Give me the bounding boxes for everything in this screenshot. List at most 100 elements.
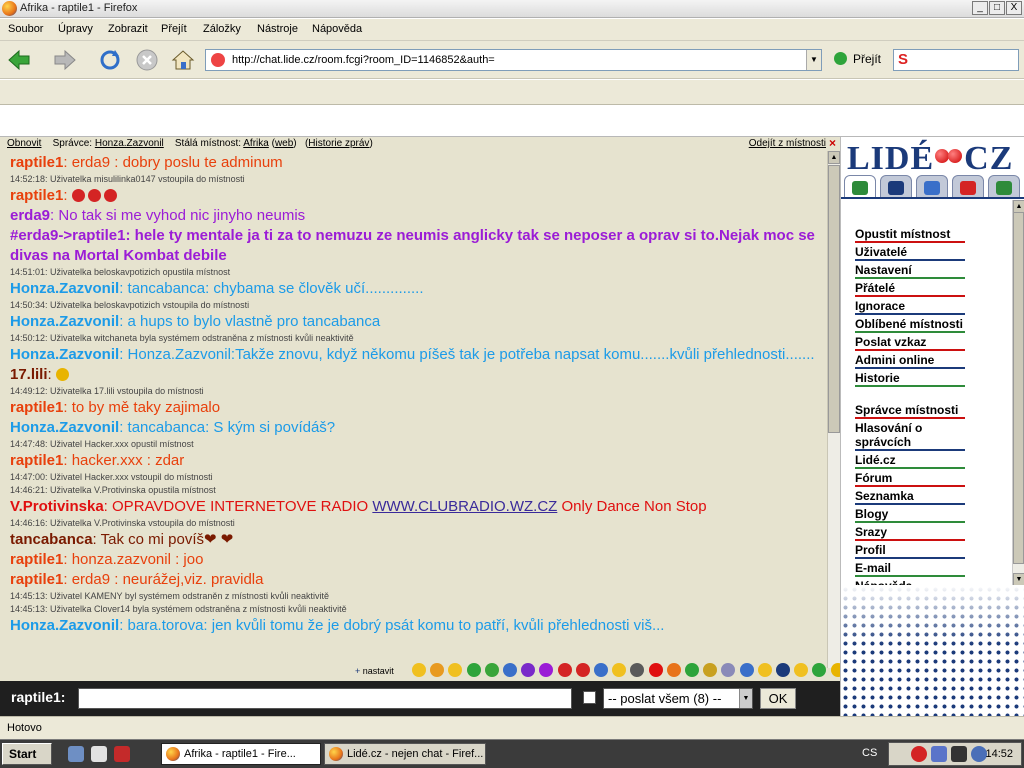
emoticon-icon[interactable] — [648, 663, 663, 677]
emoticon-icon[interactable] — [776, 663, 790, 677]
emoticon-settings[interactable]: + nastavit — [355, 666, 394, 676]
emoticon-icon[interactable] — [721, 663, 736, 677]
sidebar-item-1[interactable]: Opustit místnost — [855, 227, 965, 243]
reload-icon[interactable] — [97, 47, 123, 73]
sidebar-item-9[interactable]: Historie — [855, 371, 965, 387]
emoticon-icon[interactable] — [557, 663, 572, 677]
sidebar-item-3[interactable]: Nastavení — [855, 263, 965, 279]
emoticon-icon[interactable] — [503, 663, 517, 677]
message-author[interactable]: raptile1 — [10, 551, 63, 568]
scroll-thumb[interactable] — [828, 165, 840, 433]
message-author[interactable]: raptile1 — [10, 399, 63, 416]
emoticon-icon[interactable] — [484, 663, 499, 677]
recipient-select[interactable]: -- poslat všem (8) -- ▼ — [603, 688, 753, 709]
emoticon-icon[interactable] — [521, 663, 536, 677]
lide-logo[interactable]: LIDÉ CZ — [847, 140, 1013, 178]
message-author[interactable]: Honza.Zazvonil — [10, 419, 119, 436]
emoticon-icon[interactable] — [448, 663, 463, 677]
stop-icon[interactable] — [134, 47, 160, 73]
address-bar[interactable]: http://chat.lide.cz/room.fcgi?room_ID=11… — [205, 49, 822, 71]
message-author[interactable]: tancabanca — [10, 531, 93, 548]
sidebar-item-2[interactable]: Uživatelé — [855, 245, 965, 261]
chat-scrollbar[interactable]: ▲ — [827, 151, 840, 668]
task-lide[interactable]: Lidé.cz - nejen chat - Firef... — [324, 743, 486, 765]
sidebar-item-5[interactable]: Ignorace — [855, 299, 965, 315]
emoticon-icon[interactable] — [739, 663, 754, 677]
message-author[interactable]: raptile1 — [10, 154, 63, 171]
sidebar-scrollbar[interactable]: ▲ ▼ — [1012, 200, 1024, 586]
menu-zobrazit[interactable]: Zobrazit — [108, 23, 148, 35]
chevron-down-icon[interactable]: ▼ — [739, 689, 752, 708]
emoticon-icon[interactable] — [666, 663, 681, 677]
tray-icon[interactable] — [951, 746, 967, 762]
forward-icon[interactable] — [52, 47, 78, 73]
room-link[interactable]: Afrika — [243, 138, 269, 149]
sidebar-item-6[interactable]: Oblíbené místnosti — [855, 317, 965, 333]
task-afrika[interactable]: Afrika - raptile1 - Fire... — [161, 743, 321, 765]
web-link[interactable]: web — [275, 138, 293, 149]
refresh-link[interactable]: Obnovit — [7, 138, 41, 149]
emoticon-icon[interactable] — [685, 663, 699, 677]
sidebar-item-18[interactable]: E-mail — [855, 561, 965, 577]
tray-icon[interactable] — [931, 746, 947, 762]
sidebar-item-14[interactable]: Seznamka — [855, 489, 965, 505]
menu-zalozky[interactable]: Záložky — [203, 23, 241, 35]
quicklaunch-icon[interactable] — [114, 746, 130, 762]
message-author[interactable]: 17.lili — [10, 366, 48, 383]
search-engine-logo[interactable]: S — [898, 51, 908, 68]
quicklaunch-icon[interactable] — [68, 746, 84, 762]
search-box[interactable]: S — [893, 49, 1019, 71]
tab-users[interactable] — [880, 175, 912, 199]
maximize-button[interactable]: □ — [989, 1, 1005, 15]
emoticon-icon[interactable] — [757, 663, 772, 677]
emoticon-icon[interactable] — [630, 663, 645, 677]
emoticon-icon[interactable] — [703, 663, 718, 677]
sidebar-scroll-thumb[interactable] — [1013, 212, 1024, 564]
menu-soubor[interactable]: Soubor — [8, 23, 43, 35]
sidebar-item-4[interactable]: Přátelé — [855, 281, 965, 297]
emoticon-icon[interactable] — [612, 663, 627, 677]
message-author[interactable]: Honza.Zazvonil — [10, 617, 119, 634]
close-icon[interactable]: × — [829, 137, 836, 150]
message-author[interactable]: Honza.Zazvonil — [10, 346, 119, 363]
quicklaunch-icon[interactable] — [91, 746, 107, 762]
close-button[interactable]: X — [1006, 1, 1022, 15]
go-button[interactable]: Přejít — [834, 52, 881, 66]
send-button[interactable]: OK — [760, 688, 796, 709]
home-icon[interactable] — [170, 47, 196, 73]
menu-nastroje[interactable]: Nástroje — [257, 23, 298, 35]
sidebar-item-12[interactable]: Lidé.cz — [855, 453, 965, 469]
message-author[interactable]: raptile1 — [10, 571, 63, 588]
message-author[interactable]: #erda9->raptile1 — [10, 227, 125, 244]
sidebar-item-11[interactable]: Hlasování o správcích — [855, 421, 965, 451]
tab-help[interactable] — [988, 175, 1020, 199]
sidebar-item-10[interactable]: Správce místnosti — [855, 403, 965, 419]
message-author[interactable]: Honza.Zazvonil — [10, 280, 119, 297]
menu-napoveda[interactable]: Nápověda — [312, 23, 362, 35]
tab-rooms[interactable] — [844, 175, 876, 199]
emoticon-icon[interactable] — [412, 663, 426, 677]
start-button[interactable]: Start — [2, 743, 52, 765]
sidebar-item-13[interactable]: Fórum — [855, 471, 965, 487]
emoticon-icon[interactable] — [466, 663, 481, 677]
admin-link[interactable]: Honza.Zazvonil — [95, 138, 164, 149]
emoticon-icon[interactable] — [594, 663, 608, 677]
menu-upravy[interactable]: Úpravy — [58, 23, 93, 35]
message-author[interactable]: Honza.Zazvonil — [10, 313, 119, 330]
message-link[interactable]: WWW.CLUBRADIO.WZ.CZ — [372, 498, 557, 515]
message-author[interactable]: V.Protivinska — [10, 498, 104, 515]
minimize-button[interactable]: _ — [972, 1, 988, 15]
back-icon[interactable] — [6, 47, 32, 73]
emoticon-icon[interactable] — [430, 663, 445, 677]
sidebar-item-7[interactable]: Poslat vzkaz — [855, 335, 965, 351]
sidebar-item-8[interactable]: Admini online — [855, 353, 965, 369]
address-dropdown-icon[interactable]: ▼ — [806, 50, 821, 70]
message-author[interactable]: erda9 — [10, 207, 50, 224]
tray-icon[interactable] — [911, 746, 927, 762]
emoticon-icon[interactable] — [575, 663, 590, 677]
sidebar-item-15[interactable]: Blogy — [855, 507, 965, 523]
tab-friends[interactable] — [952, 175, 984, 199]
message-author[interactable]: raptile1 — [10, 187, 63, 204]
sidebar-item-16[interactable]: Srazy — [855, 525, 965, 541]
leave-room-link[interactable]: Odejít z místnosti — [749, 137, 826, 151]
